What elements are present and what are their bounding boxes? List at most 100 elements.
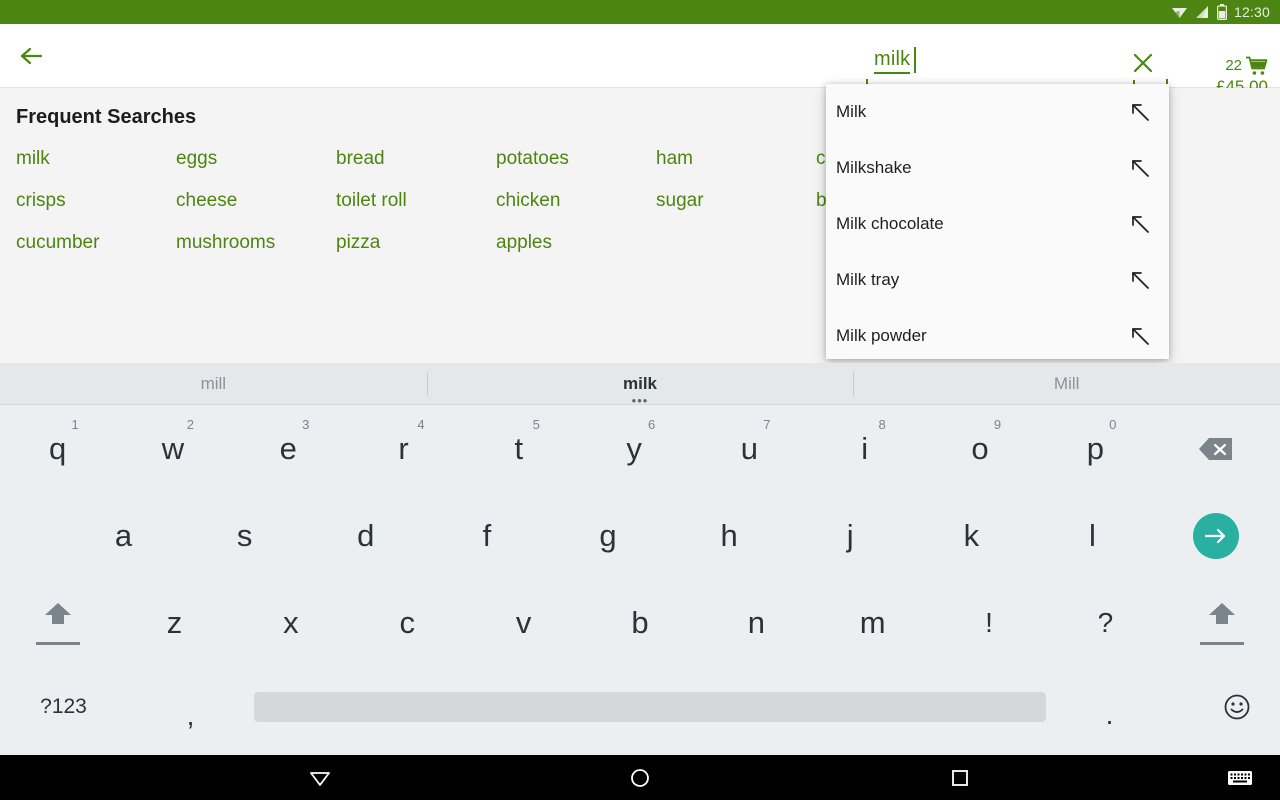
signal-icon	[1195, 6, 1208, 18]
frequent-search-item[interactable]: apples	[496, 232, 656, 254]
key-o[interactable]: o 9	[922, 405, 1037, 492]
back-button[interactable]	[14, 40, 50, 72]
key-label: g	[599, 518, 617, 553]
key-u[interactable]: u 7	[692, 405, 807, 492]
key-question[interactable]: ?	[1047, 579, 1163, 666]
key-shift-right[interactable]	[1164, 579, 1280, 666]
key-s[interactable]: s	[184, 492, 305, 579]
key-l[interactable]: l	[1032, 492, 1153, 579]
key-p[interactable]: p 0	[1038, 405, 1153, 492]
arrow-north-west-icon[interactable]	[1129, 213, 1151, 235]
key-y[interactable]: y 6	[576, 405, 691, 492]
frequent-search-item[interactable]: cheese	[176, 190, 336, 212]
key-i[interactable]: i 8	[807, 405, 922, 492]
frequent-search-item[interactable]: ham	[656, 148, 816, 170]
suggestion-label: Milk tray	[836, 270, 900, 289]
frequent-search-item[interactable]: bread	[336, 148, 496, 170]
key-label: e	[279, 431, 297, 466]
nav-back-button[interactable]	[240, 755, 400, 800]
search-input[interactable]: milk	[874, 48, 911, 74]
key-number-hint: 6	[647, 417, 656, 432]
arrow-north-west-icon[interactable]	[1129, 325, 1151, 347]
arrow-north-west-icon[interactable]	[1129, 269, 1151, 291]
key-enter[interactable]	[1153, 512, 1280, 559]
nav-recents-square-icon	[952, 769, 968, 786]
key-symbols[interactable]: ?123	[0, 695, 127, 719]
key-e[interactable]: e 3	[231, 405, 346, 492]
frequent-search-item[interactable]	[656, 232, 816, 254]
clear-search-button[interactable]	[1128, 48, 1158, 78]
frequent-search-item[interactable]: eggs	[176, 148, 336, 170]
search-suggestions-dropdown: Milk Milkshake Milk chocolate Milk tray	[826, 84, 1169, 359]
key-a[interactable]: a	[63, 492, 184, 579]
key-space[interactable]	[254, 692, 1046, 722]
frequent-search-item[interactable]: sugar	[656, 190, 816, 212]
keyboard-suggestion-bar: mill milk ••• Mill	[0, 363, 1280, 407]
key-label: ?123	[40, 695, 87, 718]
keyboard-row-4: ?123 , .	[0, 666, 1280, 748]
shift-underline	[36, 642, 81, 645]
nav-keyboard-button[interactable]	[1224, 766, 1256, 790]
key-v[interactable]: v	[465, 579, 581, 666]
key-w[interactable]: w 2	[115, 405, 230, 492]
suggestion-item[interactable]: Milk powder	[826, 308, 1169, 359]
key-period[interactable]: .	[1046, 683, 1173, 731]
suggestion-item[interactable]: Milk chocolate	[826, 196, 1169, 252]
frequent-search-item[interactable]: mushrooms	[176, 232, 336, 254]
key-r[interactable]: r 4	[346, 405, 461, 492]
frequent-search-item[interactable]: milk	[16, 148, 176, 170]
key-b[interactable]: b	[582, 579, 698, 666]
keyboard-suggestion-selected[interactable]: milk •••	[426, 363, 854, 407]
suggestion-label: Milk chocolate	[836, 214, 944, 233]
keyboard-suggestion-text: Mill	[1053, 373, 1080, 393]
keyboard-suggestion[interactable]: Mill	[853, 363, 1280, 405]
on-screen-keyboard: mill milk ••• Mill q 1 w 2 e 3 r 4 t 5 y…	[0, 363, 1280, 755]
key-label: y	[626, 431, 642, 466]
key-label: h	[720, 518, 738, 553]
keyboard-suggestion-more-dots[interactable]: •••	[632, 394, 649, 407]
key-number-hint: 0	[1109, 417, 1117, 432]
key-n[interactable]: n	[698, 579, 814, 666]
key-emoji[interactable]	[1173, 693, 1280, 721]
key-j[interactable]: j	[790, 492, 911, 579]
frequent-search-item[interactable]: crisps	[16, 190, 176, 212]
key-label: u	[740, 431, 759, 466]
shift-underline	[1199, 642, 1244, 645]
keyboard-row-3: z x c v b n m ! ?	[0, 579, 1280, 666]
key-t[interactable]: t 5	[461, 405, 576, 492]
frequent-search-item[interactable]: potatoes	[496, 148, 656, 170]
key-exclamation[interactable]: !	[931, 579, 1047, 666]
key-c[interactable]: c	[349, 579, 465, 666]
screen: 12:30 milk 22 £45.00 Frequent Searches m…	[0, 0, 1280, 800]
frequent-search-item[interactable]: chicken	[496, 190, 656, 212]
key-shift-left[interactable]	[0, 579, 116, 666]
key-label: v	[515, 605, 532, 640]
search-field[interactable]: milk	[866, 37, 1168, 87]
key-m[interactable]: m	[815, 579, 931, 666]
frequent-search-item[interactable]: pizza	[336, 232, 496, 254]
arrow-north-west-icon[interactable]	[1129, 101, 1151, 123]
key-h[interactable]: h	[669, 492, 790, 579]
cart-count: 22	[1225, 56, 1242, 74]
frequent-search-item[interactable]: toilet roll	[336, 190, 496, 212]
nav-home-circle-icon	[631, 768, 649, 787]
key-f[interactable]: f	[426, 492, 547, 579]
key-backspace[interactable]	[1153, 436, 1280, 462]
keyboard-row-1: q 1 w 2 e 3 r 4 t 5 y 6 u 7 i 8 o 9 p 0	[0, 405, 1280, 492]
suggestion-item[interactable]: Milk tray	[826, 252, 1169, 308]
nav-home-button[interactable]	[560, 755, 720, 800]
suggestion-item[interactable]: Milk	[826, 84, 1169, 140]
arrow-north-west-icon[interactable]	[1129, 157, 1151, 179]
key-x[interactable]: x	[233, 579, 349, 666]
key-q[interactable]: q 1	[0, 405, 115, 492]
key-g[interactable]: g	[547, 492, 668, 579]
key-z[interactable]: z	[116, 579, 232, 666]
nav-recents-button[interactable]	[880, 755, 1040, 800]
key-label: a	[114, 518, 133, 553]
key-d[interactable]: d	[305, 492, 426, 579]
suggestion-item[interactable]: Milkshake	[826, 140, 1169, 196]
key-k[interactable]: k	[911, 492, 1032, 579]
keyboard-suggestion[interactable]: mill	[0, 363, 427, 405]
key-comma[interactable]: ,	[127, 682, 254, 732]
frequent-search-item[interactable]: cucumber	[16, 232, 176, 254]
